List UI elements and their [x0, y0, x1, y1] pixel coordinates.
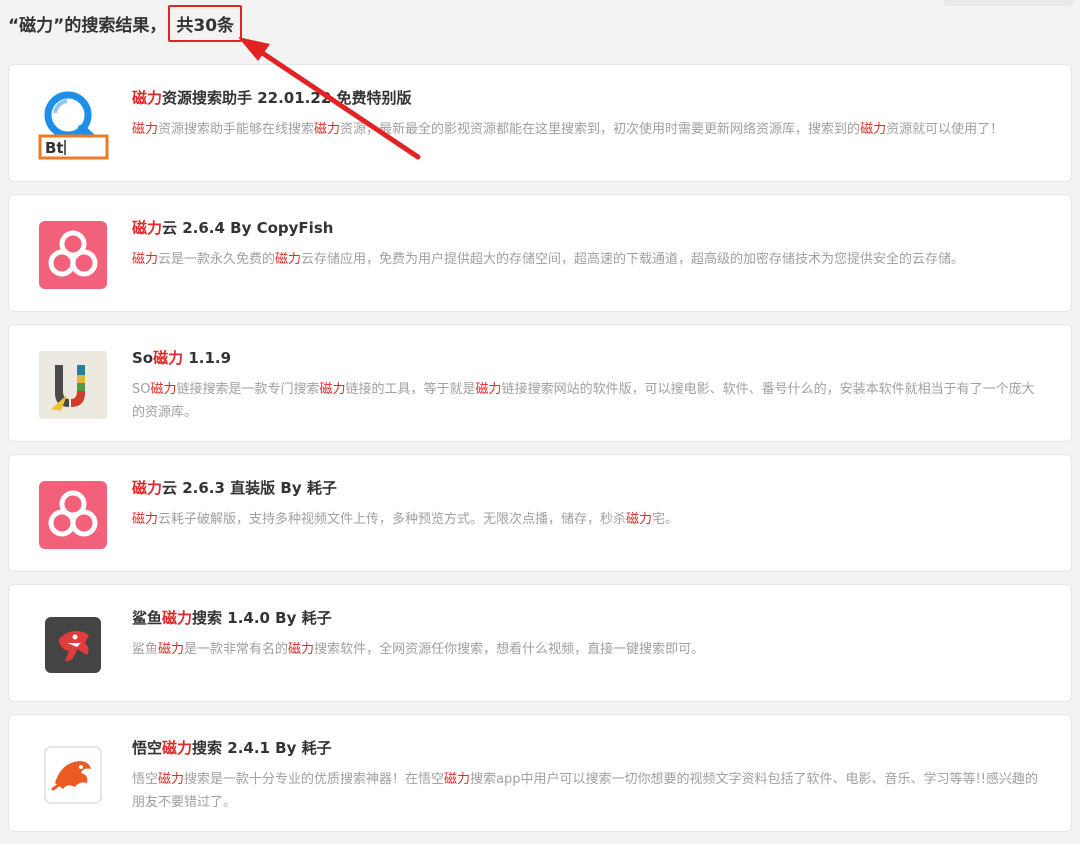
keyword-highlight: 磁力	[626, 512, 653, 527]
result-description: 鲨鱼磁力是一款非常有名的磁力搜索软件，全网资源任你搜索，想看什么视频，直接一键搜…	[132, 638, 1043, 661]
text-segment: 搜索软件，全网资源任你搜索，想看什么视频，直接一键搜索即可。	[314, 642, 705, 657]
text-segment: 鲨鱼	[132, 642, 159, 657]
so-magnet-icon[interactable]	[37, 349, 109, 421]
result-count-highlight: 共30条	[168, 4, 243, 42]
keyword-highlight: 磁力	[162, 609, 193, 627]
keyword-highlight: 磁力	[132, 479, 163, 497]
text-segment: 搜索是一款十分专业的优质搜索神器！在悟空	[184, 772, 445, 787]
text-segment: 资源就可以使用了！	[886, 122, 1004, 137]
keyword-highlight: 磁力	[860, 122, 887, 137]
result-card[interactable]: So磁力 1.1.9 SO磁力链接搜索是一款专门搜索磁力链接的工具，等于就是磁力…	[8, 324, 1072, 442]
text-segment: 1.1.9	[183, 349, 232, 367]
text-segment: 云 2.6.3 直装版 By 耗子	[162, 479, 337, 497]
keyword-highlight: 磁力	[132, 89, 163, 107]
result-list: Bt 磁力资源搜索助手 22.01.22 免费特别版 磁力资源搜索助手能够在线搜…	[8, 64, 1072, 844]
wukong-icon[interactable]	[37, 739, 109, 811]
cloud-app-icon[interactable]	[37, 219, 109, 291]
result-card[interactable]: 磁力云 2.6.4 By CopyFish 磁力云是一款永久免费的磁力云存储应用…	[8, 194, 1072, 312]
keyword-highlight: 磁力	[132, 252, 159, 267]
result-title[interactable]: 悟空磁力搜索 2.4.1 By 耗子	[132, 737, 1051, 758]
result-card[interactable]: 悟空磁力搜索 2.4.1 By 耗子 悟空磁力搜索是一款十分专业的优质搜索神器！…	[8, 714, 1072, 832]
magnet-search-bt-icon[interactable]: Bt	[37, 89, 109, 161]
keyword-highlight: 磁力	[288, 642, 315, 657]
text-segment: 资源搜索助手 22.01.22 免费特别版	[162, 89, 412, 107]
text-segment: 悟空	[132, 739, 163, 757]
keyword-highlight: 磁力	[132, 219, 163, 237]
keyword-highlight: 磁力	[158, 772, 185, 787]
result-title[interactable]: So磁力 1.1.9	[132, 347, 1051, 368]
text-segment: 资源，最新最全的影视资源都能在这里搜索到，初次使用时需要更新网络资源库，搜索到的	[340, 122, 861, 137]
keyword-highlight: 磁力	[132, 122, 159, 137]
result-description: SO磁力链接搜索是一款专门搜索磁力链接的工具，等于就是磁力链接搜索网站的软件版，…	[132, 378, 1043, 424]
keyword-highlight: 磁力	[275, 252, 302, 267]
keyword-highlight: 磁力	[153, 349, 184, 367]
keyword-highlight: 磁力	[158, 642, 185, 657]
result-title[interactable]: 磁力云 2.6.3 直装版 By 耗子	[132, 477, 1051, 498]
cloud-app-icon[interactable]	[37, 479, 109, 551]
keyword-highlight: 磁力	[319, 382, 346, 397]
text-segment: 云耗子破解版，支持多种视频文件上传，多种预览方式。无限次点播，储存，秒杀	[158, 512, 627, 527]
text-segment: 宅。	[652, 512, 679, 527]
text-segment: 鲨鱼	[132, 609, 163, 627]
text-segment: 链接的工具，等于就是	[345, 382, 476, 397]
text-segment: 是一款非常有名的	[184, 642, 289, 657]
keyword-highlight: 磁力	[132, 512, 159, 527]
result-description: 磁力资源搜索助手能够在线搜索磁力资源，最新最全的影视资源都能在这里搜索到，初次使…	[132, 118, 1043, 141]
top-bar-decoration	[944, 0, 1074, 6]
result-card[interactable]: 磁力云 2.6.3 直装版 By 耗子 磁力云耗子破解版，支持多种视频文件上传，…	[8, 454, 1072, 572]
result-title[interactable]: 磁力云 2.6.4 By CopyFish	[132, 217, 1051, 238]
result-description: 磁力云是一款永久免费的磁力云存储应用，免费为用户提供超大的存储空间，超高速的下载…	[132, 248, 1043, 271]
keyword-highlight: 磁力	[475, 382, 502, 397]
result-title[interactable]: 磁力资源搜索助手 22.01.22 免费特别版	[132, 87, 1051, 108]
keyword-highlight: 磁力	[444, 772, 471, 787]
text-segment: 链接搜索是一款专门搜索	[176, 382, 320, 397]
search-result-prefix: “磁力”的搜索结果，	[8, 15, 167, 36]
keyword-highlight: 磁力	[314, 122, 341, 137]
result-title[interactable]: 鲨鱼磁力搜索 1.4.0 By 耗子	[132, 607, 1051, 628]
text-segment: 悟空	[132, 772, 159, 787]
text-segment: 云存储应用，免费为用户提供超大的存储空间，超高速的下载通道，超高级的加密存储技术…	[301, 252, 965, 267]
keyword-highlight: 磁力	[150, 382, 177, 397]
result-card[interactable]: Bt 磁力资源搜索助手 22.01.22 免费特别版 磁力资源搜索助手能够在线搜…	[8, 64, 1072, 182]
text-segment: SO	[132, 382, 151, 397]
text-segment: 云是一款永久免费的	[158, 252, 276, 267]
text-segment: 搜索 1.4.0 By 耗子	[192, 609, 332, 627]
result-card[interactable]: 鲨鱼磁力搜索 1.4.0 By 耗子 鲨鱼磁力是一款非常有名的磁力搜索软件，全网…	[8, 584, 1072, 702]
svg-text:Bt: Bt	[45, 139, 64, 157]
search-result-header: “磁力”的搜索结果， 共30条	[8, 4, 243, 42]
text-segment: 云 2.6.4 By CopyFish	[162, 219, 334, 237]
text-segment: So	[132, 349, 154, 367]
keyword-highlight: 磁力	[162, 739, 193, 757]
result-description: 磁力云耗子破解版，支持多种视频文件上传，多种预览方式。无限次点播，储存，秒杀磁力…	[132, 508, 1043, 531]
text-segment: 资源搜索助手能够在线搜索	[158, 122, 315, 137]
text-segment: 搜索 2.4.1 By 耗子	[192, 739, 332, 757]
result-description: 悟空磁力搜索是一款十分专业的优质搜索神器！在悟空磁力搜索app中用户可以搜索一切…	[132, 768, 1043, 814]
shark-icon[interactable]	[37, 609, 109, 681]
